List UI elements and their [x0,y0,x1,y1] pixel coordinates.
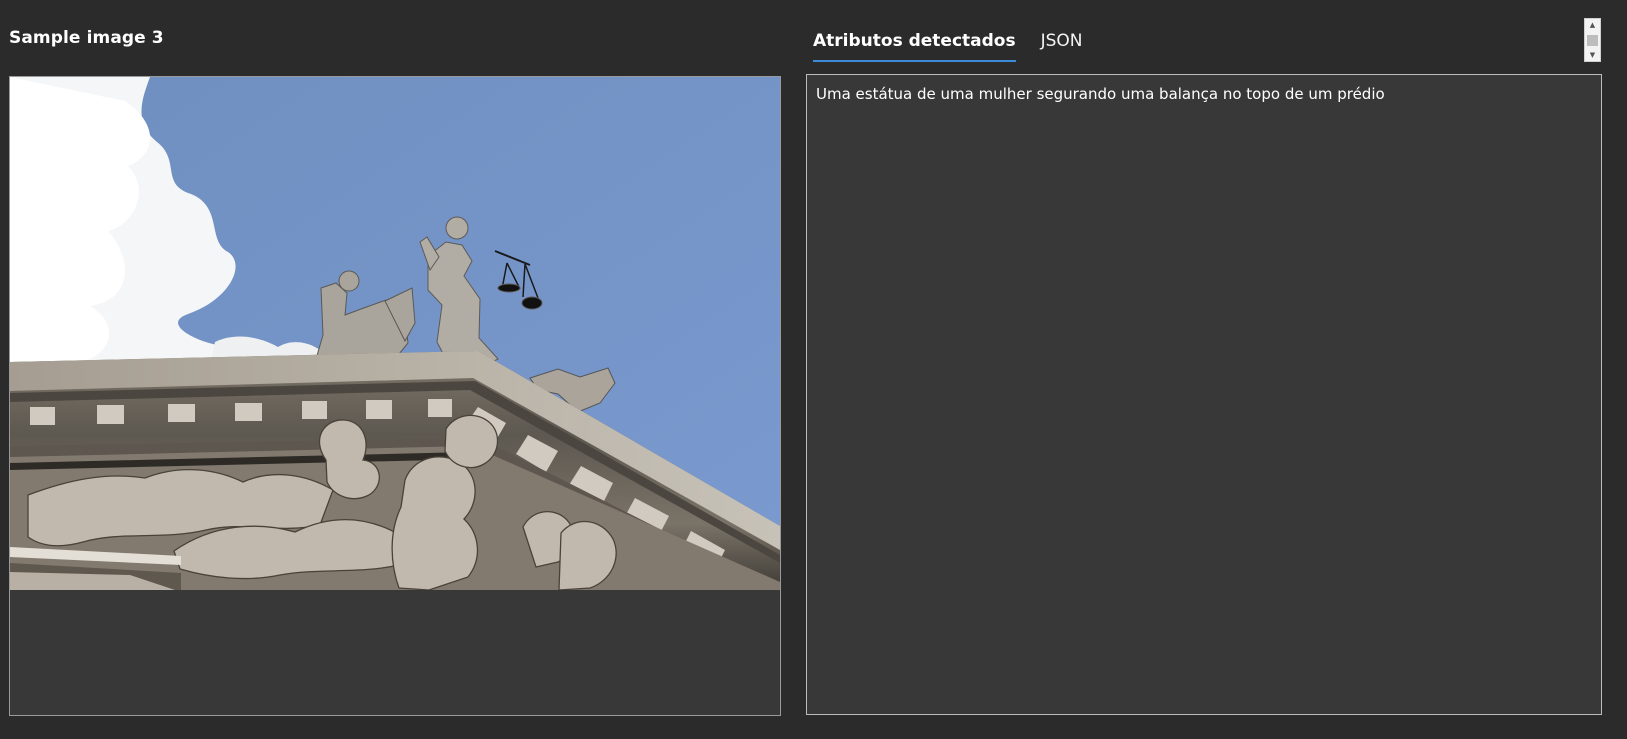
sample-photo [10,77,780,590]
triangle-down-icon[interactable]: ▼ [1585,50,1600,60]
result-tabs: Atributos detectados JSON [813,26,1083,62]
app-window: Sample image 3 Atributos detectados JSON… [0,0,1627,739]
detected-attributes-panel: Uma estátua de uma mulher segurando uma … [806,74,1602,715]
triangle-up-icon[interactable]: ▲ [1585,20,1600,30]
tabs-scrollbar[interactable]: ▲ ▼ [1584,18,1601,62]
image-preview-frame [9,76,781,716]
scroll-thumb[interactable] [1587,35,1598,46]
image-panel-title: Sample image 3 [9,28,164,48]
tab-detected-attributes[interactable]: Atributos detectados [813,26,1016,62]
image-caption-text: Uma estátua de uma mulher segurando uma … [816,85,1385,103]
tab-json[interactable]: JSON [1041,26,1083,62]
